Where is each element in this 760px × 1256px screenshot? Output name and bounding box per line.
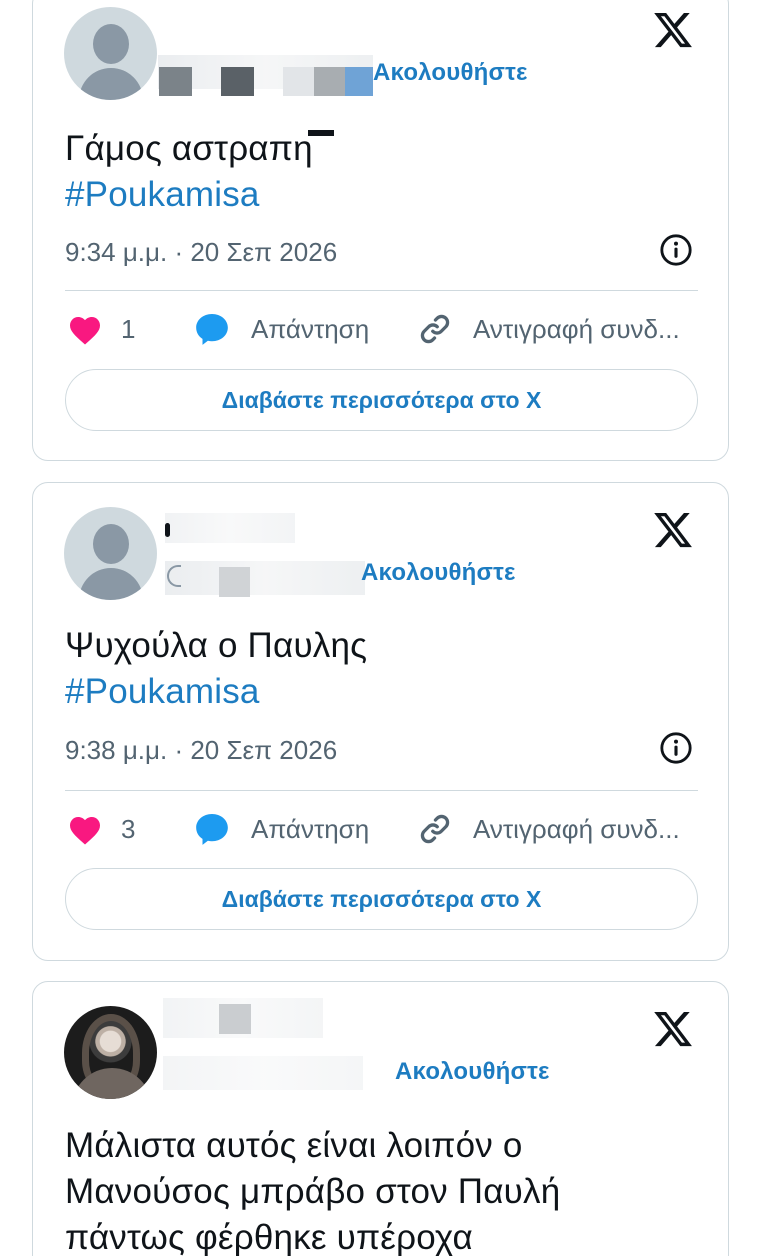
tweet-text-line: Μάλιστα αυτός είναι λοιπόν ο — [65, 1126, 523, 1165]
tweet-text-line: Μανούσος μπράβο στον Παυλή — [65, 1172, 561, 1211]
reply-label: Απάντηση — [251, 313, 370, 344]
redacted-block — [159, 67, 192, 96]
read-more-button[interactable]: Διαβάστε περισσότερα στο X — [65, 369, 698, 431]
action-bar: 1 Απάντηση Αντιγραφή συνδ... — [65, 307, 698, 351]
like-count: 1 — [121, 313, 136, 344]
info-icon[interactable] — [659, 731, 693, 765]
tweet-meta: 9:38 μ.μ. · 20 Σεπ 2026 — [65, 731, 698, 771]
x-logo-icon[interactable] — [652, 509, 694, 551]
copy-link-button[interactable]: Αντιγραφή συνδ... — [417, 807, 680, 851]
avatar-body-shape — [79, 568, 143, 600]
timestamp-link[interactable]: 9:38 μ.μ. · 20 Σεπ 2026 — [65, 735, 337, 766]
tweet-card: Ακολουθήστε Μάλιστα αυτός είναι λοιπόν ο… — [32, 981, 729, 1256]
redacted-username — [165, 513, 295, 543]
redacted-block — [283, 67, 316, 96]
info-icon[interactable] — [659, 233, 693, 267]
follow-button[interactable]: Ακολουθήστε — [373, 59, 528, 87]
reply-button[interactable]: Απάντηση — [193, 307, 369, 351]
tweet-text: Γάμος αστραπη — [65, 129, 313, 168]
tweet-card: Ακολουθήστε Γάμος αστραπη #Poukamisa 9:3… — [32, 0, 729, 461]
hashtag-link[interactable]: #Poukamisa — [65, 172, 698, 218]
like-button[interactable]: 3 — [67, 807, 135, 851]
redacted-handle — [165, 561, 365, 595]
avatar-head-shape — [93, 524, 129, 564]
redacted-block — [314, 67, 347, 96]
x-logo-icon[interactable] — [652, 9, 694, 51]
tweet-card: Ακολουθήστε Ψυχούλα ο Παυλης #Poukamisa … — [32, 482, 729, 961]
tweet-meta: 9:34 μ.μ. · 20 Σεπ 2026 — [65, 233, 698, 273]
like-count: 3 — [121, 813, 136, 844]
speech-bubble-icon — [196, 313, 228, 345]
link-icon — [420, 314, 450, 344]
tweet-body: Ψυχούλα ο Παυλης #Poukamisa — [65, 623, 698, 715]
heart-icon — [70, 817, 100, 845]
link-icon — [420, 814, 450, 844]
follow-button[interactable]: Ακολουθήστε — [395, 1058, 550, 1086]
reply-label: Απάντηση — [251, 813, 370, 844]
tweet-body: Γάμος αστραπη #Poukamisa — [65, 126, 698, 218]
redacted-block — [345, 67, 373, 96]
redacted-block — [165, 523, 170, 537]
redacted-block — [219, 1004, 251, 1034]
tweet-text-line: πάντως φέρθηκε υπέροχα — [65, 1218, 473, 1256]
redacted-block — [308, 130, 334, 136]
x-logo-icon[interactable] — [652, 1008, 694, 1050]
heart-icon — [70, 317, 100, 345]
avatar-head-shape — [93, 24, 129, 64]
avatar[interactable] — [64, 507, 157, 600]
copy-link-label: Αντιγραφή συνδ... — [473, 813, 680, 844]
divider — [65, 790, 698, 791]
redacted-block — [221, 67, 254, 96]
redacted-block — [219, 567, 250, 597]
tweet-text: Ψυχούλα ο Παυλης — [65, 626, 368, 665]
reply-button[interactable]: Απάντηση — [193, 807, 369, 851]
action-bar: 3 Απάντηση Αντιγραφή συνδ... — [65, 807, 698, 851]
speech-bubble-icon — [196, 813, 228, 845]
timestamp-link[interactable]: 9:34 μ.μ. · 20 Σεπ 2026 — [65, 237, 337, 268]
avatar[interactable] — [64, 1006, 157, 1099]
copy-link-label: Αντιγραφή συνδ... — [473, 313, 680, 344]
tweet-body: Μάλιστα αυτός είναι λοιπόν ο Μανούσος μπ… — [65, 1123, 698, 1256]
divider — [65, 290, 698, 291]
avatar-body-shape — [79, 68, 143, 100]
read-more-button[interactable]: Διαβάστε περισσότερα στο X — [65, 868, 698, 930]
hashtag-link[interactable]: #Poukamisa — [65, 669, 698, 715]
like-button[interactable]: 1 — [67, 307, 135, 351]
avatar[interactable] — [64, 7, 157, 100]
redacted-handle — [163, 1056, 363, 1090]
copy-link-button[interactable]: Αντιγραφή συνδ... — [417, 307, 680, 351]
follow-button[interactable]: Ακολουθήστε — [361, 559, 516, 587]
